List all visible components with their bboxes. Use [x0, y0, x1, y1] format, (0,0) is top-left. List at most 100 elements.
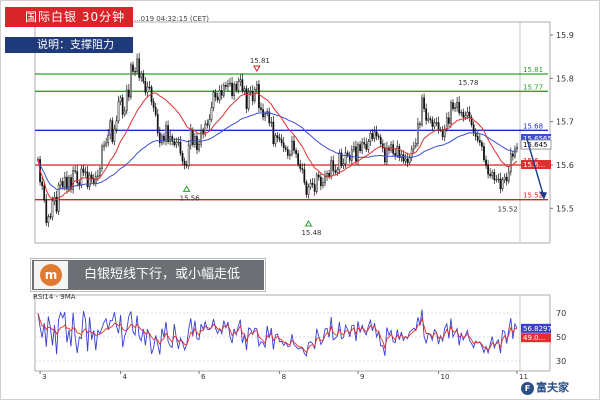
price-y-tick-label: 15.5: [556, 204, 574, 213]
candle-body: [94, 176, 97, 184]
candle-body: [429, 118, 432, 121]
chart-canvas: 15.515.615.715.815.93050703 4 6 8 9 10 1115.81…: [34, 21, 574, 381]
price-y-tick-label: 15.9: [556, 31, 574, 40]
chart-info-text: ...019 04:32:15 (CET): [134, 15, 209, 23]
candle-body: [350, 149, 353, 161]
watermark-text: 富夫家: [536, 381, 569, 394]
candle-body: [361, 142, 364, 151]
candle-body: [264, 113, 266, 118]
candle-body: [227, 83, 229, 87]
candle-body: [338, 152, 341, 171]
chart-description-badge: 说明：支撑阻力: [5, 37, 133, 53]
candle-body: [251, 91, 254, 102]
candle-body: [270, 121, 273, 124]
candle-body: [132, 64, 134, 72]
candle-body: [47, 216, 50, 223]
candle-body: [485, 159, 487, 166]
candle-body: [282, 142, 285, 148]
candle-body: [365, 143, 368, 150]
candle-body: [367, 141, 370, 150]
candle-body: [103, 144, 105, 148]
candle-body: [148, 86, 151, 89]
candle-body: [229, 82, 231, 85]
level-label: 15.81: [523, 66, 543, 74]
candle-body: [245, 88, 248, 109]
candle-body: [59, 181, 62, 186]
candle-body: [109, 120, 112, 136]
candle-body: [189, 129, 192, 146]
candle-body: [505, 176, 508, 182]
watermark-icon: F: [521, 381, 534, 395]
rsi-ma-value-tag-label: 49.0...: [523, 334, 545, 342]
candle-body: [344, 152, 347, 164]
candle-body: [212, 92, 215, 109]
candle-body: [123, 110, 126, 115]
candle-body: [454, 107, 456, 109]
candle-body: [355, 146, 357, 162]
candle-body: [357, 144, 359, 162]
candle-body: [313, 184, 316, 192]
candle-body: [74, 170, 77, 172]
candle-body: [218, 90, 221, 101]
candle-body: [45, 199, 48, 223]
candle-body: [478, 140, 481, 143]
candle-body: [447, 117, 450, 124]
candle-body: [363, 142, 366, 145]
candle-body: [278, 137, 281, 140]
candle-body: [84, 171, 87, 173]
candle-body: [489, 173, 492, 177]
candle-body: [452, 102, 454, 109]
candle-body: [476, 136, 479, 141]
candle-body: [233, 84, 236, 96]
candle-body: [435, 122, 438, 124]
candle-body: [225, 85, 227, 87]
candle-body: [423, 97, 425, 109]
annotation-label: 15.56: [180, 194, 201, 202]
candle-body: [406, 158, 409, 164]
candle-body: [258, 84, 260, 109]
rsi-y-tick-label: 50: [556, 333, 566, 342]
candle-body: [80, 168, 83, 186]
candle-body: [404, 158, 407, 162]
x-tick-label: 3: [42, 373, 46, 381]
candle-body: [158, 132, 161, 144]
candle-body: [272, 121, 275, 145]
rsi-y-tick-label: 70: [556, 309, 566, 318]
candle-body: [353, 146, 355, 151]
candle-body: [464, 115, 467, 118]
candle-body: [255, 84, 258, 90]
candle-body: [63, 176, 66, 188]
price-y-tick-label: 15.8: [556, 74, 574, 83]
candle-body: [127, 89, 130, 98]
x-tick-label: 6: [201, 373, 206, 381]
candle-body: [156, 114, 159, 134]
candle-body: [501, 179, 504, 190]
chart-title-badge: 国际白银 30分钟: [5, 7, 133, 27]
candle-body: [371, 133, 374, 139]
callout-text: 白银短线下行，或小幅走低: [84, 267, 241, 282]
candle-body: [311, 182, 314, 185]
candle-body: [241, 79, 244, 92]
rsi-indicator-label: RSI14 - 9MA: [33, 293, 76, 301]
x-tick-label: 4: [123, 373, 128, 381]
annotation-label: 15.48: [301, 229, 321, 237]
candle-body: [462, 111, 465, 118]
candle-body: [317, 174, 320, 178]
candle-body: [445, 117, 448, 130]
candle-body: [427, 118, 430, 121]
candle-body: [373, 131, 376, 139]
candle-body: [412, 145, 415, 150]
watermark: F 富夫家: [521, 379, 569, 397]
candle-body: [503, 176, 506, 180]
candle-body: [483, 146, 485, 161]
candle-body: [146, 86, 149, 93]
candle-body: [334, 170, 337, 173]
level-label: 15.77: [523, 83, 543, 91]
candle-body: [111, 120, 114, 142]
candle-body: [309, 182, 312, 188]
candle-body: [121, 97, 124, 115]
candle-body: [377, 135, 380, 138]
annotation-label: 15.52: [498, 206, 518, 214]
candle-body: [187, 144, 190, 167]
candle-body: [346, 152, 349, 156]
